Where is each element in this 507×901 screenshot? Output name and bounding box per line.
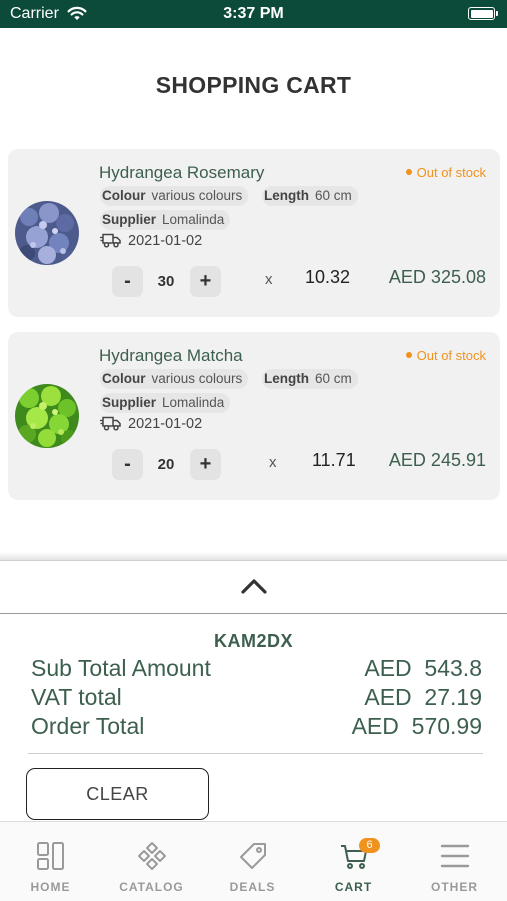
vat-label: VAT total: [31, 684, 122, 710]
cart-item-card[interactable]: Hydrangea Matcha Out of stock Colour vari…: [8, 332, 500, 500]
colour-tag: Colour various colours: [100, 186, 249, 206]
tab-cart-label: CART: [334, 880, 373, 894]
order-total-label: Order Total: [31, 713, 145, 739]
cart-badge: 6: [359, 838, 380, 853]
delivery-date-value: 2021-01-02: [128, 233, 203, 249]
unit-price: 10.32: [305, 267, 351, 287]
length-value: 60 cm: [315, 188, 352, 203]
delivery-date-value: 2021-01-02: [128, 416, 203, 432]
supplier-tag: Supplier Lomalinda: [100, 393, 231, 413]
line-total: AED 325.08: [388, 267, 486, 287]
supplier-value: Lomalinda: [162, 395, 225, 410]
promo-code: KAM2DX: [213, 631, 293, 651]
supplier-tag: Supplier Lomalinda: [100, 210, 231, 230]
tab-cart[interactable]: 6 CART: [303, 822, 404, 901]
truck-icon: [100, 416, 121, 431]
chevron-up-icon[interactable]: [240, 577, 268, 600]
tab-other[interactable]: OTHER: [404, 822, 505, 901]
increase-quantity-button[interactable]: +: [190, 449, 221, 480]
length-label: Length: [264, 371, 309, 386]
product-image: [15, 201, 79, 265]
quantity-value[interactable]: 30: [146, 273, 186, 290]
cart-item-card[interactable]: Hydrangea Rosemary Out of stock Colour va…: [8, 149, 500, 317]
stock-dot-icon: [405, 352, 412, 358]
tab-home-label: HOME: [30, 880, 71, 894]
tab-catalog[interactable]: CATALOG: [101, 822, 202, 901]
summary-toggle[interactable]: [0, 560, 507, 614]
order-total-row: Order Total AED 570.99: [31, 713, 482, 741]
vat-row: VAT total AED 27.19: [31, 684, 482, 712]
length-label: Length: [264, 188, 309, 203]
tab-catalog-label: CATALOG: [119, 880, 184, 894]
home-grid-icon: [0, 840, 101, 874]
colour-label: Colour: [102, 188, 146, 203]
truck-icon: [100, 233, 121, 248]
delivery-date: 2021-01-02: [100, 233, 202, 249]
divider: [28, 753, 483, 754]
clock: 3:37 PM: [223, 5, 284, 22]
colour-tag: Colour various colours: [100, 369, 249, 389]
colour-label: Colour: [102, 371, 146, 386]
product-name: Hydrangea Rosemary: [99, 163, 265, 182]
tab-bar: HOME CATALOG DEALS 6 CART OTHER: [0, 821, 507, 901]
tab-other-label: OTHER: [431, 880, 478, 894]
product-name: Hydrangea Matcha: [99, 346, 243, 365]
supplier-label: Supplier: [102, 212, 157, 227]
order-total-value: AED 570.99: [351, 713, 482, 739]
menu-icon: [404, 840, 505, 874]
product-image: [15, 384, 79, 448]
length-tag: Length 60 cm: [262, 186, 358, 206]
deals-tag-icon: [202, 840, 303, 874]
vat-value: AED 27.19: [364, 684, 482, 710]
catalog-flower-icon: [101, 840, 202, 874]
quantity-value[interactable]: 20: [146, 456, 186, 473]
stock-status-label: Out of stock: [416, 348, 486, 363]
battery-icon: [468, 7, 498, 20]
multiply-sign: x: [265, 271, 273, 288]
cart-icon: [303, 840, 404, 874]
subtotal-value: AED 543.8: [364, 655, 482, 681]
stock-status: Out of stock: [405, 165, 486, 180]
stock-status: Out of stock: [405, 348, 486, 363]
colour-value: various colours: [151, 371, 243, 386]
supplier-value: Lomalinda: [162, 212, 225, 227]
tab-home[interactable]: HOME: [0, 822, 101, 901]
stock-status-label: Out of stock: [416, 165, 486, 180]
tab-deals-label: DEALS: [229, 880, 276, 894]
decrease-quantity-button[interactable]: -: [112, 266, 143, 297]
subtotal-row: Sub Total Amount AED 543.8: [31, 655, 482, 683]
status-bar: Carrier 3:37 PM: [0, 0, 507, 28]
subtotal-label: Sub Total Amount: [31, 655, 211, 681]
clear-cart-button[interactable]: CLEAR: [26, 768, 209, 820]
delivery-date: 2021-01-02: [100, 416, 202, 432]
decrease-quantity-button[interactable]: -: [112, 449, 143, 480]
colour-value: various colours: [151, 188, 243, 203]
unit-price: 11.71: [312, 450, 356, 470]
line-total: AED 245.91: [388, 450, 486, 470]
length-value: 60 cm: [315, 371, 352, 386]
increase-quantity-button[interactable]: +: [190, 266, 221, 297]
length-tag: Length 60 cm: [262, 369, 358, 389]
tab-deals[interactable]: DEALS: [202, 822, 303, 901]
stock-dot-icon: [405, 169, 412, 175]
page-title: SHOPPING CART: [155, 72, 352, 98]
multiply-sign: x: [269, 454, 277, 471]
supplier-label: Supplier: [102, 395, 157, 410]
